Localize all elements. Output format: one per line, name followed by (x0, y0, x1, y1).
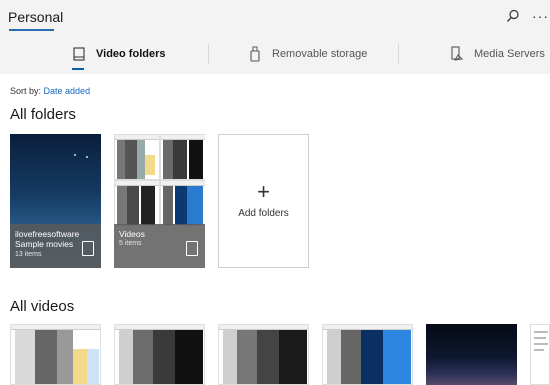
all-folders-heading: All folders (10, 106, 76, 123)
sort-value[interactable]: Date added (44, 86, 91, 96)
folder-count: 5 items (119, 240, 142, 247)
add-folders-label: Add folders (238, 208, 289, 219)
more-options-icon[interactable]: ··· (532, 8, 549, 24)
video-thumbnail[interactable] (322, 324, 413, 385)
sort-label: Sort by: (10, 86, 42, 96)
video-thumbnail[interactable] (530, 324, 550, 385)
active-tab-indicator (72, 68, 84, 70)
media-server-icon (451, 46, 464, 61)
folder-count: 13 items (15, 251, 42, 258)
folder-preview-thumbnail (114, 180, 160, 226)
title-underline (9, 29, 54, 31)
tab-removable-storage[interactable]: Removable storage (248, 34, 367, 74)
folder-tile[interactable]: ilovefreesoftware Sample movies 13 items (10, 134, 101, 268)
star (86, 156, 88, 158)
video-thumbnail[interactable] (218, 324, 309, 385)
all-videos-heading: All videos (10, 298, 75, 315)
video-thumbnail[interactable] (114, 324, 205, 385)
video-thumbnail[interactable] (10, 324, 101, 385)
folder-tile[interactable]: Videos 5 items (114, 134, 205, 268)
tab-media-servers-label: Media Servers (474, 48, 545, 60)
folder-name: ilovefreesoftware Sample movies (15, 229, 80, 249)
nav-divider (398, 44, 399, 64)
tab-media-servers[interactable]: Media Servers (450, 34, 545, 74)
tab-video-folders-label: Video folders (96, 48, 166, 60)
star (74, 154, 76, 156)
folder-preview-thumbnail (160, 180, 205, 226)
folder-preview-thumbnail (114, 134, 160, 180)
add-folders-button[interactable]: + Add folders (218, 134, 309, 268)
tab-video-folders[interactable]: Video folders (72, 34, 165, 74)
video-thumbnail[interactable] (426, 324, 517, 385)
folder-name: Videos (119, 229, 145, 239)
page-title[interactable]: Personal (8, 9, 63, 25)
tablet-icon (186, 241, 198, 256)
usb-drive-icon (250, 46, 260, 62)
title-bar: Personal ··· (0, 0, 550, 34)
video-folder-icon (73, 47, 85, 61)
nav-divider (208, 44, 209, 64)
search-icon[interactable] (506, 9, 520, 23)
tab-removable-storage-label: Removable storage (272, 48, 368, 60)
tablet-icon (82, 241, 94, 256)
folder-preview-thumbnail (160, 134, 205, 180)
plus-icon: + (257, 179, 270, 204)
sort-control[interactable]: Sort by: Date added (10, 86, 90, 96)
